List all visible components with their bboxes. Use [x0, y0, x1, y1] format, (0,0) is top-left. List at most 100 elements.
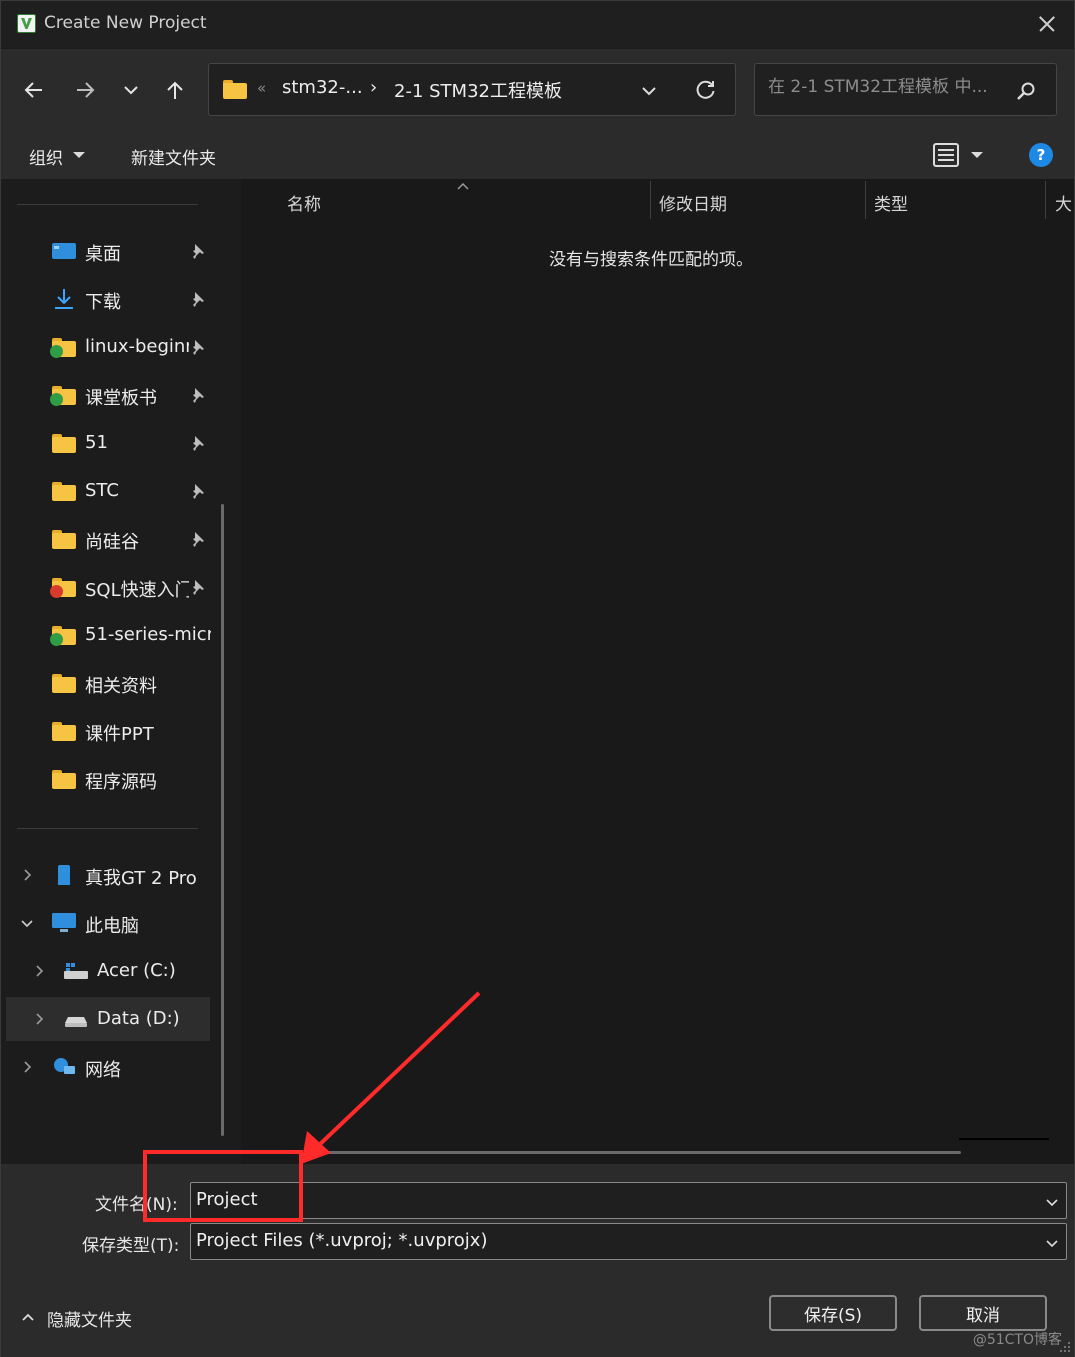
expand-chevron-icon[interactable] [31, 963, 47, 979]
column-header-label: 修改日期 [659, 195, 727, 215]
folder-sync-icon [50, 625, 76, 646]
chevron-down-icon[interactable] [1044, 1194, 1060, 1210]
view-options-caret-icon[interactable] [971, 152, 983, 158]
filetype-label: 保存类型(T): [82, 1236, 180, 1256]
search-box[interactable] [754, 63, 1057, 116]
download-icon [55, 289, 73, 309]
organize-menu-button[interactable]: 组织 [29, 144, 63, 169]
sidebar-item-this-pc[interactable]: 此电脑 [1, 901, 211, 945]
chevron-up-icon[interactable] [21, 1311, 35, 1323]
hide-folders-toggle[interactable]: 隐藏文件夹 [47, 1306, 132, 1331]
title-bar: Create New Project [1, 1, 1074, 48]
search-icon[interactable] [1016, 81, 1036, 101]
pin-icon[interactable] [189, 387, 205, 403]
cancel-button[interactable]: 取消 [919, 1295, 1047, 1331]
expand-chevron-icon[interactable] [19, 867, 35, 883]
sidebar-item-class-notes[interactable]: 课堂板书 [1, 373, 211, 417]
sidebar-item-51-series[interactable]: 51-series-micr [1, 613, 211, 657]
sidebar-item-courseware-ppt[interactable]: 课件PPT [1, 709, 211, 753]
filetype-selected-value: Project Files (*.uvproj; *.uvprojx) [196, 1230, 488, 1251]
breadcrumb-segment-parent[interactable]: stm32-... [282, 77, 363, 98]
expand-chevron-icon[interactable] [31, 1011, 47, 1027]
filename-input[interactable] [196, 1189, 996, 1210]
folder-icon [223, 79, 247, 99]
sidebar-item-label: STC [85, 480, 119, 501]
new-folder-button[interactable]: 新建文件夹 [131, 144, 216, 169]
sidebar-item-label: 此电脑 [85, 916, 139, 937]
refresh-icon[interactable] [695, 79, 717, 101]
pin-icon[interactable] [189, 531, 205, 547]
forward-arrow-icon[interactable] [68, 73, 102, 107]
sidebar-item-label: Acer (C:) [97, 960, 176, 981]
back-arrow-icon[interactable] [17, 73, 51, 107]
computer-icon [52, 913, 76, 932]
folder-sync-icon [50, 385, 76, 406]
sidebar-item-source-code[interactable]: 程序源码 [1, 757, 211, 801]
sidebar-item-phone[interactable]: 真我GT 2 Pro [1, 853, 211, 897]
pin-icon[interactable] [189, 435, 205, 451]
phone-icon [58, 865, 70, 885]
column-header-date-modified[interactable]: 修改日期 [651, 179, 865, 221]
sidebar-item-label: linux-beginr [85, 336, 189, 357]
sidebar-item-linux-beginner[interactable]: linux-beginr [1, 325, 211, 369]
up-arrow-icon[interactable] [158, 73, 192, 107]
sidebar-item-network[interactable]: 网络 [1, 1045, 211, 1089]
command-bar: 组织 新建文件夹 ? [1, 131, 1074, 179]
sidebar-item-label: 桌面 [85, 244, 121, 265]
sidebar-item-related-materials[interactable]: 相关资料 [1, 661, 211, 705]
column-header-name[interactable]: 名称 [241, 179, 650, 221]
search-input[interactable] [768, 77, 1008, 97]
help-icon[interactable]: ? [1029, 143, 1053, 167]
sidebar-item-label: SQL快速入门 [85, 580, 189, 601]
pin-icon[interactable] [189, 579, 205, 595]
pin-icon[interactable] [189, 339, 205, 355]
folder-sync-icon [50, 337, 76, 358]
address-bar[interactable]: « stm32-... › 2-1 STM32工程模板 [208, 63, 736, 116]
column-header-label: 大 [1055, 195, 1072, 215]
sidebar-item-label: 下载 [85, 292, 121, 313]
sidebar-item-desktop[interactable]: 桌面 [1, 229, 211, 273]
sidebar-item-atguigu[interactable]: 尚硅谷 [1, 517, 211, 561]
column-header-label: 名称 [287, 195, 321, 215]
sidebar-divider [17, 828, 198, 829]
sidebar-item-label: 程序源码 [85, 772, 157, 793]
empty-state-message: 没有与搜索条件匹配的项。 [549, 250, 753, 270]
sidebar-item-drive-c[interactable]: Acer (C:) [1, 949, 211, 993]
sidebar-item-label: 课堂板书 [85, 388, 157, 409]
view-options-list-icon[interactable] [933, 143, 959, 167]
sidebar-item-drive-d[interactable]: Data (D:) [6, 997, 210, 1041]
horizontal-scrollbar[interactable] [311, 1151, 961, 1154]
pin-icon[interactable] [189, 243, 205, 259]
address-dropdown-chevron-icon[interactable] [639, 81, 659, 101]
chevron-down-icon[interactable] [1044, 1235, 1060, 1251]
scrollbar-track-end [959, 1138, 1049, 1140]
collapse-chevron-icon[interactable] [19, 915, 35, 931]
folder-icon [52, 433, 76, 453]
breadcrumb-segment-current[interactable]: 2-1 STM32工程模板 [394, 77, 562, 103]
folder-icon [52, 673, 76, 693]
column-header-type[interactable]: 类型 [866, 179, 1044, 221]
network-icon [54, 1058, 75, 1074]
filename-combobox[interactable] [190, 1182, 1067, 1219]
sidebar-item-sql-quickstart[interactable]: SQL快速入门 [1, 565, 211, 609]
sidebar-scrollbar[interactable] [221, 504, 224, 1136]
sidebar-item-downloads[interactable]: 下载 [1, 277, 211, 321]
drive-c-icon [64, 963, 88, 979]
breadcrumb-overflow[interactable]: « [257, 79, 266, 97]
caret-down-icon[interactable] [73, 152, 85, 158]
column-header-size[interactable]: 大 [1046, 179, 1074, 221]
resize-grip-icon[interactable] [1059, 1341, 1071, 1353]
pin-icon[interactable] [189, 483, 205, 499]
pin-icon[interactable] [189, 291, 205, 307]
sidebar-item-51[interactable]: 51 [1, 421, 211, 465]
save-button[interactable]: 保存(S) [769, 1295, 897, 1331]
recent-locations-chevron-icon[interactable] [114, 73, 148, 107]
filetype-select[interactable]: Project Files (*.uvproj; *.uvprojx) [190, 1223, 1067, 1260]
breadcrumb-separator-icon[interactable]: › [370, 77, 377, 98]
close-icon[interactable] [1034, 11, 1060, 37]
sidebar-item-stc[interactable]: STC [1, 469, 211, 513]
sidebar-item-label: 课件PPT [85, 724, 154, 745]
navigation-pane: 桌面 下载 linux-beginr 课堂板书 51 STC 尚硅谷 SQL快速… [1, 179, 231, 1164]
folder-icon [52, 721, 76, 741]
expand-chevron-icon[interactable] [19, 1059, 35, 1075]
